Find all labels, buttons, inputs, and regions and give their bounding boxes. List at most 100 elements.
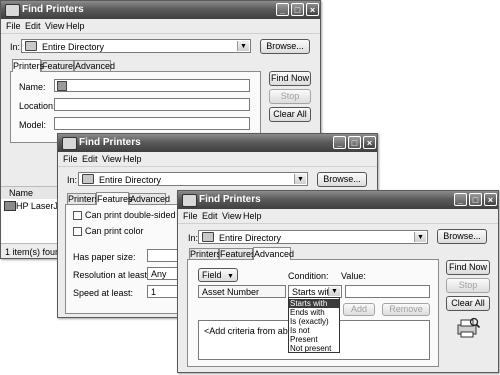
close-button[interactable]: × xyxy=(363,136,376,149)
in-label: In: xyxy=(67,175,78,185)
tab-printers[interactable]: Printers xyxy=(12,59,44,72)
browse-button[interactable]: Browse... xyxy=(437,229,487,244)
menu-view[interactable]: View xyxy=(45,21,64,31)
color-checkbox[interactable] xyxy=(73,227,82,236)
remove-button[interactable]: Remove xyxy=(382,303,430,316)
condition-label: Condition: xyxy=(288,271,329,281)
directory-icon xyxy=(25,41,37,51)
condition-option[interactable]: Is not xyxy=(289,326,339,335)
in-scope-value: Entire Directory xyxy=(42,42,105,52)
menu-file[interactable]: File xyxy=(63,154,78,164)
resolution-value: Any xyxy=(151,269,167,279)
window-title: Find Printers xyxy=(199,194,261,205)
find-printers-app-icon xyxy=(62,137,77,150)
in-scope-combo[interactable]: Entire Directory ▼ xyxy=(78,172,308,186)
speed-value: 1 xyxy=(151,287,157,297)
menu-file[interactable]: File xyxy=(183,211,198,221)
find-printers-window-front: Find Printers _ □ × File Edit View Help … xyxy=(177,190,499,373)
field-value: Asset Number xyxy=(202,287,260,297)
find-now-button[interactable]: Find Now xyxy=(446,260,490,275)
find-now-button[interactable]: Find Now xyxy=(269,71,311,86)
name-input[interactable] xyxy=(54,79,250,92)
value-input[interactable] xyxy=(345,285,430,298)
in-scope-combo[interactable]: Entire Directory ▼ xyxy=(198,230,428,244)
in-label: In: xyxy=(10,42,21,52)
menu-view[interactable]: View xyxy=(222,211,241,221)
condition-option[interactable]: Present xyxy=(289,335,339,344)
minimize-button[interactable]: _ xyxy=(454,193,467,206)
chevron-down-icon[interactable]: ▼ xyxy=(414,232,426,242)
window-title: Find Printers xyxy=(79,137,141,148)
condition-option[interactable]: Ends with xyxy=(289,308,339,317)
advanced-tab-panel: Field ▼ Condition: Value: Asset Number S… xyxy=(187,259,439,367)
maximize-button[interactable]: □ xyxy=(291,3,304,16)
tab-advanced[interactable]: Advanced xyxy=(253,247,294,260)
in-scope-value: Entire Directory xyxy=(219,233,282,243)
model-label: Model: xyxy=(19,120,47,130)
column-name-header[interactable]: Name xyxy=(9,188,33,198)
menu-edit[interactable]: Edit xyxy=(82,154,98,164)
model-input[interactable] xyxy=(54,117,250,130)
printer-small-icon xyxy=(4,201,16,211)
directory-icon xyxy=(82,174,94,184)
stop-button[interactable]: Stop xyxy=(269,89,311,104)
in-scope-combo[interactable]: Entire Directory ▼ xyxy=(21,39,251,53)
menu-bar: File Edit View Help xyxy=(178,209,498,224)
value-label: Value: xyxy=(341,271,366,281)
directory-icon xyxy=(202,232,214,242)
close-button[interactable]: × xyxy=(484,193,497,206)
stop-button[interactable]: Stop xyxy=(446,278,490,293)
features-tab-panel: Can print double-sided Can print color H… xyxy=(65,204,185,314)
chevron-down-icon[interactable]: ▼ xyxy=(237,41,249,51)
add-button[interactable]: Add xyxy=(343,303,375,316)
double-sided-label: Can print double-sided xyxy=(85,210,176,220)
printer-search-icon xyxy=(457,317,481,338)
in-label: In: xyxy=(188,233,199,243)
double-sided-checkbox[interactable] xyxy=(73,211,82,220)
name-label: Name: xyxy=(19,82,46,92)
chevron-down-icon[interactable]: ▼ xyxy=(328,287,340,296)
resolution-label: Resolution at least: xyxy=(73,270,150,280)
location-label: Location: xyxy=(19,101,56,111)
browse-button[interactable]: Browse... xyxy=(317,172,367,187)
menu-view[interactable]: View xyxy=(102,154,121,164)
close-button[interactable]: × xyxy=(306,3,319,16)
menu-help[interactable]: Help xyxy=(243,211,262,221)
in-scope-value: Entire Directory xyxy=(99,175,162,185)
field-button-label: Field xyxy=(202,270,222,280)
speed-label: Speed at least: xyxy=(73,288,134,298)
location-input[interactable] xyxy=(54,98,250,111)
directory-picker-icon xyxy=(57,81,67,91)
find-printers-app-icon xyxy=(182,194,197,207)
paper-size-label: Has paper size: xyxy=(73,252,136,262)
menu-bar: File Edit View Help xyxy=(58,152,377,167)
color-label: Can print color xyxy=(85,226,144,236)
minimize-button[interactable]: _ xyxy=(333,136,346,149)
condition-dropdown-list: Starts with Ends with Is (exactly) Is no… xyxy=(288,297,340,353)
window-title: Find Printers xyxy=(22,4,84,15)
title-bar[interactable]: Find Printers _ □ × xyxy=(1,1,320,19)
menu-help[interactable]: Help xyxy=(123,154,142,164)
minimize-button[interactable]: _ xyxy=(276,3,289,16)
menu-file[interactable]: File xyxy=(6,21,21,31)
condition-option[interactable]: Not present xyxy=(289,344,339,353)
condition-option[interactable]: Starts with xyxy=(289,299,339,308)
title-bar[interactable]: Find Printers _ □ × xyxy=(58,134,377,152)
clear-all-button[interactable]: Clear All xyxy=(269,107,311,122)
maximize-button[interactable]: □ xyxy=(469,193,482,206)
field-button[interactable]: Field ▼ xyxy=(198,268,238,282)
menu-bar: File Edit View Help xyxy=(1,19,320,34)
tab-features[interactable]: Features xyxy=(96,192,133,205)
menu-edit[interactable]: Edit xyxy=(202,211,218,221)
chevron-down-icon[interactable]: ▼ xyxy=(294,174,306,184)
condition-option[interactable]: Is (exactly) xyxy=(289,317,339,326)
menu-edit[interactable]: Edit xyxy=(25,21,41,31)
clear-all-button[interactable]: Clear All xyxy=(446,296,490,311)
title-bar[interactable]: Find Printers _ □ × xyxy=(178,191,498,209)
maximize-button[interactable]: □ xyxy=(348,136,361,149)
dropdown-arrow-icon: ▼ xyxy=(227,273,234,280)
browse-button[interactable]: Browse... xyxy=(260,39,310,54)
field-value-box: Asset Number xyxy=(198,285,286,298)
menu-help[interactable]: Help xyxy=(66,21,85,31)
find-printers-app-icon xyxy=(5,4,20,17)
